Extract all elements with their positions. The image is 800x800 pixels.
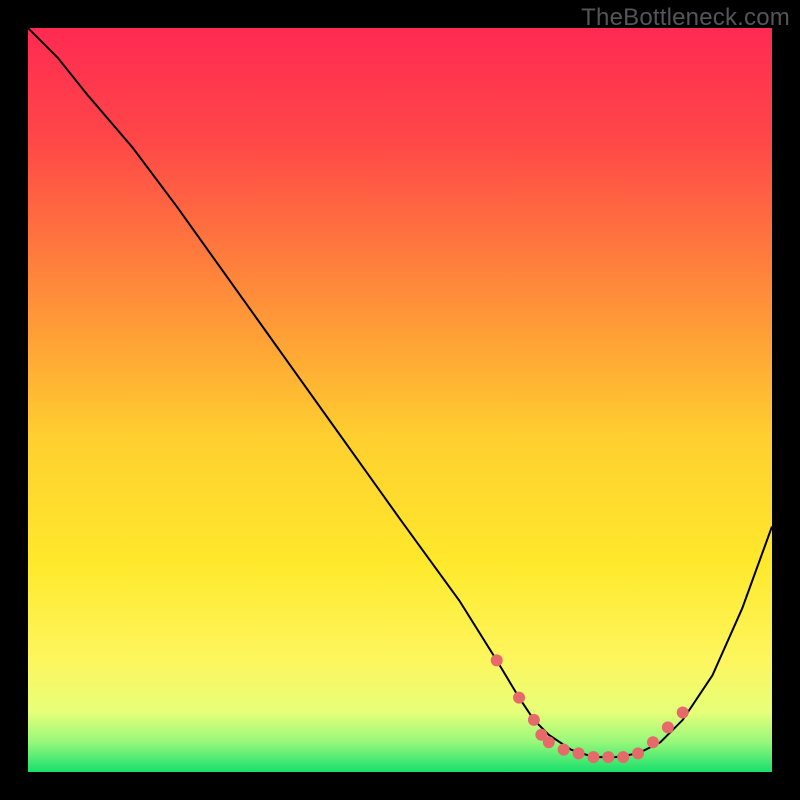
sweet-spot-point [573,747,585,759]
sweet-spot-point [528,714,540,726]
sweet-spot-point [513,692,525,704]
sweet-spot-point [617,751,629,763]
watermark-text: TheBottleneck.com [581,4,790,32]
sweet-spot-point [647,736,659,748]
bottleneck-chart [28,28,772,772]
sweet-spot-point [662,721,674,733]
chart-background [28,28,772,772]
sweet-spot-point [558,744,570,756]
sweet-spot-point [543,736,555,748]
sweet-spot-point [632,747,644,759]
sweet-spot-point [491,654,503,666]
chart-frame: TheBottleneck.com [0,0,800,800]
sweet-spot-point [602,751,614,763]
sweet-spot-point [587,751,599,763]
sweet-spot-point [677,706,689,718]
